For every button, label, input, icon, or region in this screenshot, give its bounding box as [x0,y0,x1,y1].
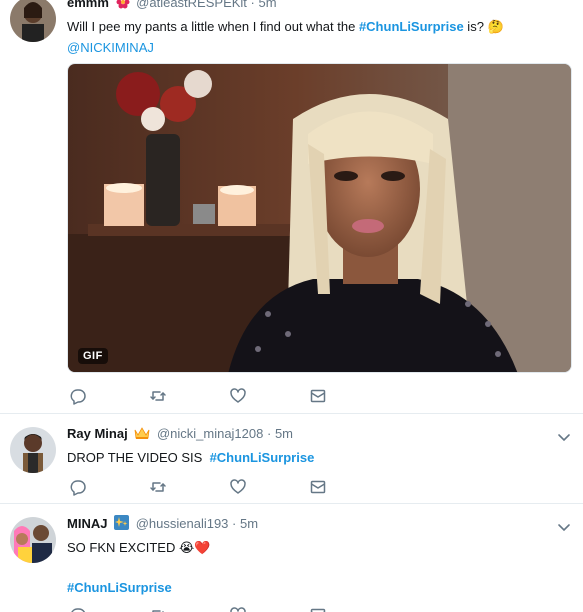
tweet-text-prefix: Will I pee my pants a little when I find… [67,19,359,34]
tweet-text-suffix: is? 🤔 [463,19,504,34]
mention-link[interactable]: @NICKIMINAJ [67,40,154,55]
user-handle[interactable]: @hussienali193 [136,516,229,531]
heart-icon[interactable] [229,387,247,405]
gif-media[interactable]: GIF [67,63,572,373]
timestamp[interactable]: 5m [240,516,258,531]
hashtag-link[interactable]: #ChunLiSurprise [359,19,464,34]
tweet-1: emmm @atleastRESPEKit · 5m Will I pee my… [0,0,583,414]
flower-emoji [116,0,130,14]
chevron-down-icon[interactable] [557,431,571,442]
heart-icon[interactable] [229,478,247,496]
tweet-text: SO FKN EXCITED 😭❤️ [67,540,211,555]
tweet-3: MINAJ @hussienali193 · 5m SO FKN EXCITED… [0,504,583,612]
display-name[interactable]: emmm [67,0,109,10]
chevron-down-icon[interactable] [557,521,571,532]
envelope-icon[interactable] [309,478,327,496]
display-name[interactable]: Ray Minaj [67,426,128,441]
separator-dot: · [232,516,237,531]
retweet-icon[interactable] [149,387,167,405]
tweet-2: Ray Minaj @nicki_minaj1208 · 5m DROP THE… [0,414,583,504]
reply-icon[interactable] [69,478,87,496]
heart-icon[interactable] [229,606,247,612]
reply-icon[interactable] [69,387,87,405]
timestamp[interactable]: 5m [275,426,293,441]
reply-icon[interactable] [69,606,87,612]
crown-emoji [134,426,150,445]
gif-badge: GIF [78,348,108,364]
sparkle-emoji [114,515,130,535]
tweet-text: Will I pee my pants a little when I find… [67,17,573,36]
avatar[interactable] [10,517,56,563]
user-handle[interactable]: @atleastRESPEKit [136,0,247,10]
avatar[interactable] [10,0,56,42]
hashtag-link[interactable]: #ChunLiSurprise [210,450,315,465]
display-name[interactable]: MINAJ [67,516,107,531]
hashtag-link[interactable]: #ChunLiSurprise [67,580,172,595]
avatar[interactable] [10,427,56,473]
retweet-icon[interactable] [149,478,167,496]
separator-dot: · [250,0,255,10]
user-handle[interactable]: @nicki_minaj1208 [157,426,263,441]
envelope-icon[interactable] [309,606,327,612]
tweet-text: DROP THE VIDEO SIS #ChunLiSurprise [67,448,573,467]
tweet-text-prefix: DROP THE VIDEO SIS [67,450,210,465]
timestamp[interactable]: 5m [259,0,277,10]
retweet-icon[interactable] [149,606,167,612]
separator-dot: · [266,426,272,441]
envelope-icon[interactable] [309,387,327,405]
